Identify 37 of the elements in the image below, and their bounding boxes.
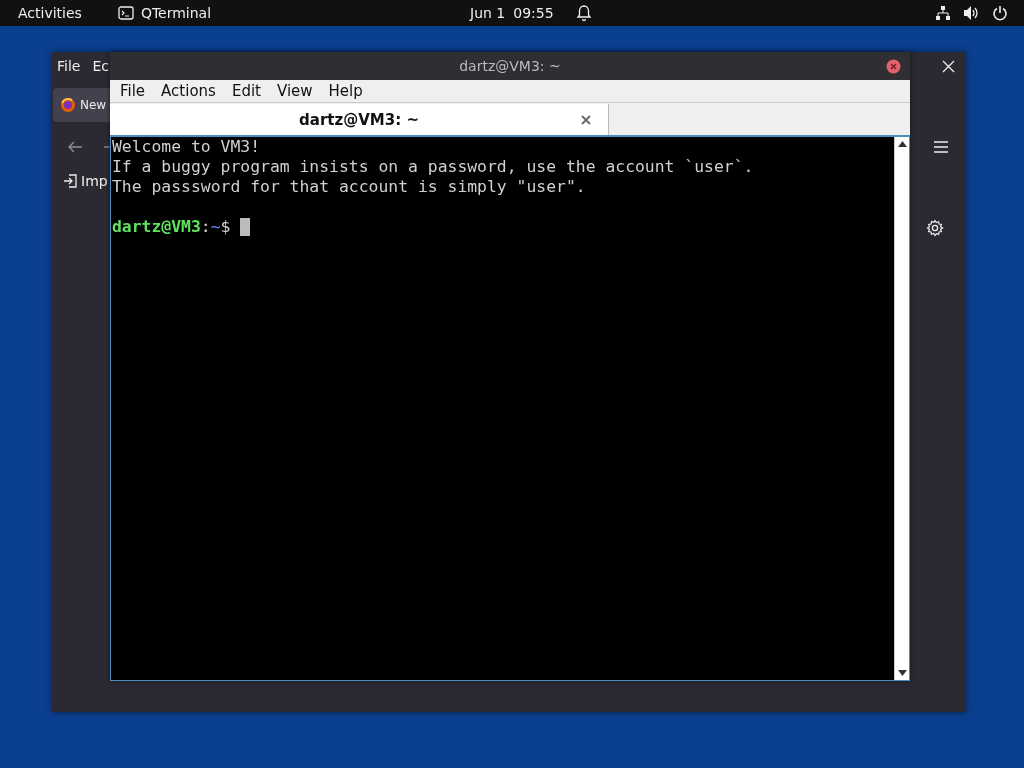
text-cursor <box>240 218 251 236</box>
close-icon[interactable] <box>581 115 591 125</box>
terminal-line: If a buggy program insists on a password, use the account `user`. <box>112 157 755 177</box>
window-title: dartz@VM3: ~ <box>459 58 561 74</box>
import-button[interactable]: Imp <box>63 173 108 189</box>
app-menu[interactable]: QTerminal <box>117 5 212 21</box>
network-icon[interactable] <box>935 5 951 21</box>
power-icon[interactable] <box>992 5 1008 21</box>
volume-icon[interactable] <box>963 5 980 21</box>
date-label[interactable]: Jun 1 <box>470 5 506 21</box>
terminal-tab[interactable]: dartz@VM3: ~ <box>110 104 609 135</box>
menu-item[interactable]: File <box>120 82 146 100</box>
menu-icon[interactable] <box>934 141 948 153</box>
time-label[interactable]: 09:55 <box>513 5 554 21</box>
terminal-line: Welcome to VM3! <box>112 137 262 157</box>
back-arrow-icon[interactable] <box>67 141 83 153</box>
terminal-line: The passsword for that account is simply "user". <box>112 177 587 197</box>
settings-icon[interactable] <box>926 219 944 237</box>
activities-button[interactable]: Activities <box>18 5 82 21</box>
menu-item[interactable]: View <box>276 82 313 100</box>
import-icon <box>63 174 77 188</box>
menu-item[interactable]: Edit <box>231 82 261 100</box>
menu-item[interactable]: Actions <box>161 82 216 100</box>
terminal-icon <box>117 6 134 20</box>
prompt-separator: : <box>200 217 211 237</box>
prompt-symbol: $ <box>220 217 231 237</box>
menu-item[interactable]: Ec <box>92 58 109 74</box>
bell-icon[interactable] <box>575 4 592 22</box>
menu-item[interactable]: File <box>57 58 81 74</box>
browser-logo-icon <box>60 97 76 113</box>
browser-tab[interactable]: New <box>53 88 110 122</box>
scroll-up-icon[interactable] <box>897 141 907 147</box>
scroll-down-icon[interactable] <box>897 670 907 676</box>
menu-item[interactable]: Help <box>328 82 363 100</box>
scrollbar[interactable] <box>894 137 909 680</box>
prompt-user-host: dartz@VM3 <box>112 217 201 237</box>
prompt-path: ~ <box>210 217 221 237</box>
